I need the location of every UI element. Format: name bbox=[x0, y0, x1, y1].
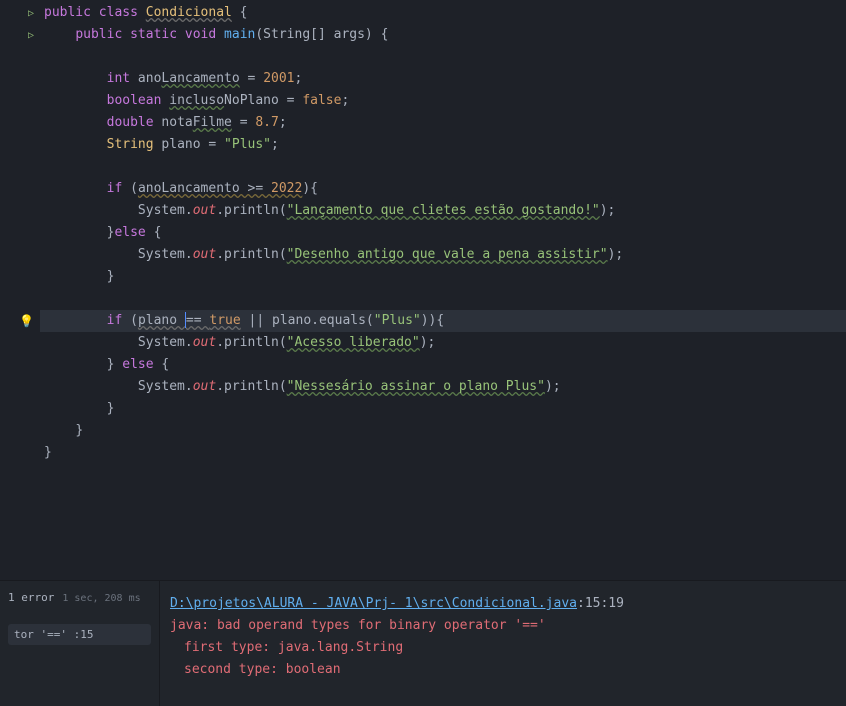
text-cursor bbox=[185, 312, 186, 328]
code-line[interactable]: } bbox=[40, 266, 846, 288]
build-time: 1 sec, 208 ms bbox=[62, 593, 140, 604]
code-line-current[interactable]: if (plano == true || plano.equals("Plus"… bbox=[40, 310, 846, 332]
error-output[interactable]: D:\projetos\ALURA - JAVA\Prj- 1\src\Cond… bbox=[160, 581, 846, 706]
error-file-link[interactable]: D:\projetos\ALURA - JAVA\Prj- 1\src\Cond… bbox=[170, 596, 577, 611]
run-class-icon[interactable]: ▷ bbox=[28, 8, 34, 19]
code-line[interactable]: } bbox=[40, 420, 846, 442]
code-line[interactable]: } bbox=[40, 398, 846, 420]
code-line[interactable]: System.out.println("Desenho antigo que v… bbox=[40, 244, 846, 266]
code-line[interactable]: double notaFilme = 8.7; bbox=[40, 112, 846, 134]
code-line[interactable]: }else { bbox=[40, 222, 846, 244]
build-status-text: 1 error bbox=[8, 591, 54, 604]
editor-area: ▷ ▷ 💡 public class Condicional { public … bbox=[0, 0, 846, 580]
gutter-line[interactable] bbox=[0, 112, 40, 134]
code-line[interactable]: if (anoLancamento >= 2022){ bbox=[40, 178, 846, 200]
gutter-line[interactable] bbox=[0, 68, 40, 90]
error-message: java: bad operand types for binary opera… bbox=[170, 615, 836, 637]
gutter-line[interactable] bbox=[0, 420, 40, 442]
build-panel: 1 error 1 sec, 208 ms tor '==' :15 D:\pr… bbox=[0, 580, 846, 706]
gutter-line[interactable] bbox=[0, 442, 40, 464]
code-line[interactable]: public class Condicional { bbox=[40, 2, 846, 24]
gutter-line[interactable] bbox=[0, 134, 40, 156]
gutter-line[interactable] bbox=[0, 200, 40, 222]
gutter-line[interactable] bbox=[0, 376, 40, 398]
lightbulb-icon[interactable]: 💡 bbox=[19, 314, 34, 328]
gutter-line[interactable]: ▷ bbox=[0, 2, 40, 24]
gutter-line[interactable] bbox=[0, 46, 40, 68]
gutter-line[interactable] bbox=[0, 156, 40, 178]
code-line[interactable]: System.out.println("Nessesário assinar o… bbox=[40, 376, 846, 398]
code-line[interactable]: } bbox=[40, 442, 846, 464]
error-tree-item[interactable]: tor '==' :15 bbox=[8, 624, 151, 645]
build-sidebar: 1 error 1 sec, 208 ms tor '==' :15 bbox=[0, 581, 160, 706]
run-method-icon[interactable]: ▷ bbox=[28, 30, 34, 41]
code-line[interactable] bbox=[40, 46, 846, 68]
gutter-line[interactable] bbox=[0, 90, 40, 112]
gutter-line[interactable]: ▷ bbox=[0, 24, 40, 46]
code-line[interactable]: System.out.println("Acesso liberado"); bbox=[40, 332, 846, 354]
code-line[interactable] bbox=[40, 156, 846, 178]
code-line[interactable]: public static void main(String[] args) { bbox=[40, 24, 846, 46]
code-line[interactable]: int anoLancamento = 2001; bbox=[40, 68, 846, 90]
code-line[interactable]: } else { bbox=[40, 354, 846, 376]
gutter-line[interactable] bbox=[0, 398, 40, 420]
gutter-line[interactable] bbox=[0, 332, 40, 354]
code-line[interactable]: boolean inclusoNoPlano = false; bbox=[40, 90, 846, 112]
error-line[interactable]: D:\projetos\ALURA - JAVA\Prj- 1\src\Cond… bbox=[170, 593, 836, 615]
error-detail: first type: java.lang.String bbox=[170, 637, 836, 659]
gutter-line[interactable] bbox=[0, 178, 40, 200]
gutter-line[interactable] bbox=[0, 266, 40, 288]
gutter-line[interactable] bbox=[0, 244, 40, 266]
code-line[interactable]: System.out.println("Lançamento que cliet… bbox=[40, 200, 846, 222]
gutter-line[interactable] bbox=[0, 288, 40, 310]
gutter-line[interactable]: 💡 bbox=[0, 310, 40, 332]
code-area[interactable]: public class Condicional { public static… bbox=[40, 0, 846, 580]
build-status: 1 error 1 sec, 208 ms bbox=[8, 591, 151, 604]
gutter-line[interactable] bbox=[0, 354, 40, 376]
gutter-line[interactable] bbox=[0, 222, 40, 244]
code-line[interactable]: String plano = "Plus"; bbox=[40, 134, 846, 156]
error-detail: second type: boolean bbox=[170, 659, 836, 681]
editor-gutter: ▷ ▷ 💡 bbox=[0, 0, 40, 580]
error-location: :15:19 bbox=[577, 596, 624, 611]
code-line[interactable] bbox=[40, 288, 846, 310]
